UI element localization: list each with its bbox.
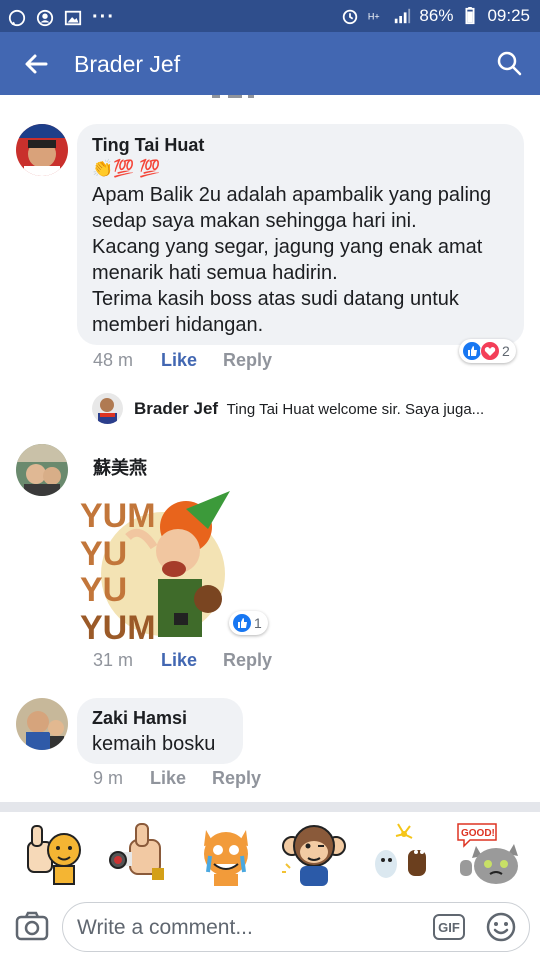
comment-text-line: Kacang yang segar, jagung yang enak amat <box>92 236 483 258</box>
status-bar: ··· H+ 86% 09:25 <box>0 0 540 32</box>
reply-button[interactable]: Reply <box>223 650 272 671</box>
avatar[interactable] <box>16 698 68 750</box>
comment-text-line: sedap saya makan sehingga hari ini. <box>92 210 417 232</box>
reaction-count: 2 <box>502 343 510 359</box>
svg-text:YU: YU <box>80 571 127 609</box>
comment-input-placeholder: Write a comment... <box>77 916 253 939</box>
reply-button[interactable]: Reply <box>223 350 272 371</box>
sticker-good-label: GOOD! <box>461 828 495 839</box>
search-icon[interactable] <box>496 50 522 76</box>
reaction-count: 1 <box>254 615 262 631</box>
sparkler-creatures-sticker[interactable] <box>368 820 436 888</box>
comment-author[interactable]: Ting Tai Huat <box>92 135 204 156</box>
cropped-previous-text <box>212 95 254 98</box>
love-reaction-icon <box>480 341 500 361</box>
like-reaction-icon <box>462 341 482 361</box>
alarm-icon <box>343 9 358 25</box>
app-bar: Brader Jef <box>0 32 540 95</box>
clock: 09:25 <box>487 6 530 25</box>
svg-text:YUM: YUM <box>80 497 156 535</box>
back-arrow-icon[interactable] <box>22 50 50 78</box>
comment-text-line: memberi hidangan. <box>92 314 264 336</box>
signal-hplus-icon: H+ <box>368 12 380 22</box>
page-title: Brader Jef <box>74 51 181 77</box>
signal-bars-icon <box>395 8 411 24</box>
comment-actions: 9 m Like Reply <box>93 768 261 789</box>
camera-icon[interactable] <box>14 908 50 944</box>
comment-bubble[interactable]: Ting Tai Huat 👏💯 💯 Apam Balik 2u adalah … <box>77 124 524 345</box>
comment-text-line: Terima kasih boss atas sudi datang untuk <box>92 288 459 310</box>
gif-button[interactable]: GIF <box>433 914 465 940</box>
comment-time: 48 m <box>93 350 134 370</box>
reply-text: Ting Tai Huat welcome sir. Saya juga... <box>226 401 485 418</box>
avatar[interactable] <box>16 444 68 496</box>
more-notifications-dots: ··· <box>92 6 115 28</box>
avatar[interactable] <box>16 124 68 176</box>
reaction-summary[interactable]: 2 <box>459 339 516 363</box>
reply-author[interactable]: Brader Jef <box>134 399 218 418</box>
sticker-tray: GOOD! <box>0 812 540 898</box>
reply-button[interactable]: Reply <box>212 768 261 789</box>
comment-text-line: Apam Balik 2u adalah apambalik yang pali… <box>92 184 492 206</box>
emoji-icon[interactable] <box>485 911 517 943</box>
comment-actions: 31 m Like Reply <box>93 650 272 671</box>
comment-text-line: menarik hati semua hadirin. <box>92 262 338 284</box>
comment-time: 31 m <box>93 650 134 670</box>
comment-bubble[interactable]: Zaki Hamsi kemaih bosku <box>77 698 243 764</box>
svg-text:H+: H+ <box>368 12 380 22</box>
account-icon <box>36 9 54 26</box>
comment-actions: 48 m Like Reply <box>93 350 272 371</box>
comment-author[interactable]: 蘇美燕 <box>93 454 147 480</box>
reply-preview[interactable]: Brader Jef Ting Tai Huat welcome sir. Sa… <box>134 399 534 419</box>
emoji-line: 👏💯 💯 <box>92 159 161 178</box>
comment-time: 9 m <box>93 768 124 788</box>
comment-text: kemaih bosku <box>92 733 216 755</box>
like-button[interactable]: Like <box>150 768 212 789</box>
winking-monkey-sticker[interactable] <box>280 820 348 888</box>
good-cat-sticker[interactable]: GOOD! <box>456 820 524 888</box>
battery-percent: 86% <box>419 6 454 25</box>
svg-text:YUM: YUM <box>80 609 156 644</box>
crying-cat-sticker[interactable] <box>192 820 260 888</box>
gallery-icon <box>64 10 82 25</box>
like-button[interactable]: Like <box>161 650 223 671</box>
comment-author[interactable]: Zaki Hamsi <box>92 708 187 729</box>
comment-text: Apam Balik 2u adalah apambalik yang pali… <box>92 182 517 338</box>
svg-text:YU: YU <box>80 535 127 573</box>
section-divider <box>0 802 540 812</box>
whatsapp-icon <box>8 9 26 26</box>
yum-sticker: YUM YU YU YUM <box>78 489 236 647</box>
reaction-summary[interactable]: 1 <box>229 611 268 635</box>
comment-input[interactable]: Write a comment... GIF <box>62 902 530 952</box>
battery-icon <box>465 7 475 25</box>
like-button[interactable]: Like <box>161 350 223 371</box>
avatar[interactable] <box>92 393 123 424</box>
like-reaction-icon <box>232 613 252 633</box>
watch-thumbs-up-sticker[interactable] <box>104 820 172 888</box>
comment-composer: Write a comment... GIF <box>0 898 540 960</box>
thumbs-up-sticker[interactable] <box>18 820 86 888</box>
